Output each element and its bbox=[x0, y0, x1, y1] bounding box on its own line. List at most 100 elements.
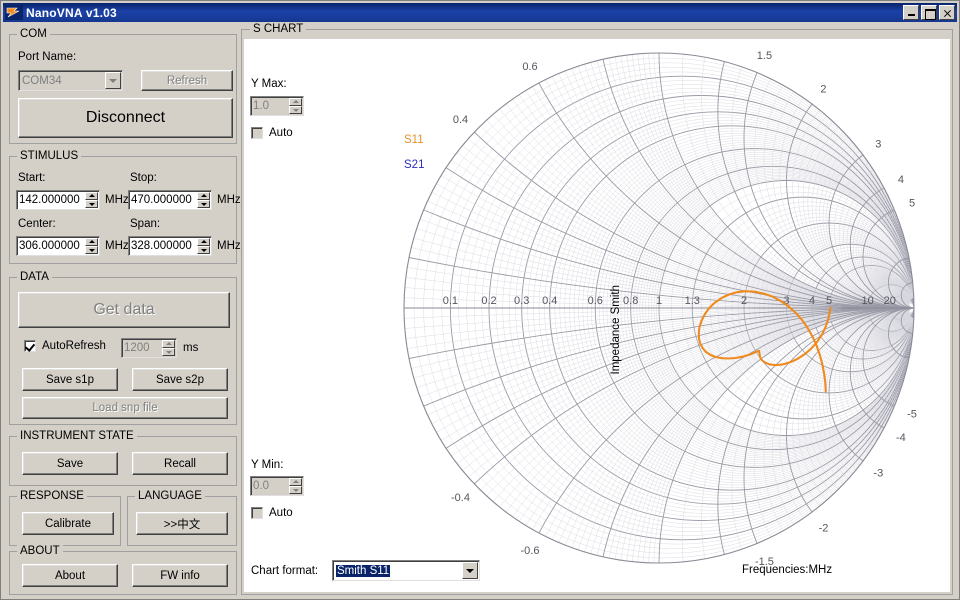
stop-stepper[interactable] bbox=[197, 192, 210, 208]
svg-text:1: 1 bbox=[656, 295, 662, 307]
chevron-down-icon[interactable] bbox=[105, 72, 121, 89]
response-group-title: RESPONSE bbox=[17, 490, 87, 502]
autorefresh-label: AutoRefresh bbox=[42, 340, 106, 352]
autorefresh-interval-input[interactable]: 1200 bbox=[121, 338, 177, 358]
get-data-button[interactable]: Get data bbox=[18, 292, 230, 328]
stop-input[interactable]: 470.000000 bbox=[128, 190, 212, 210]
svg-text:-4: -4 bbox=[896, 432, 906, 444]
autorefresh-check-icon bbox=[24, 340, 36, 352]
svg-text:0.8: 0.8 bbox=[623, 295, 638, 307]
smith-chart-graphic: 0.1 0.2 0.3 0.4 0.6 0.8 1 1.3 2 3 4 5 10 200.40.61.52… bbox=[403, 50, 917, 568]
stimulus-group-title: STIMULUS bbox=[17, 150, 82, 162]
chart-format-value: Smith S11 bbox=[336, 564, 391, 577]
nanovna-window: NanoVNA v1.03 COM Port Name: COM34 Refre… bbox=[0, 0, 960, 600]
svg-text:3: 3 bbox=[875, 139, 881, 151]
svg-text:0.4: 0.4 bbox=[453, 114, 468, 126]
fw-info-button[interactable]: FW info bbox=[132, 564, 228, 587]
svg-text:-2: -2 bbox=[819, 522, 829, 534]
response-group: RESPONSE Calibrate bbox=[9, 490, 121, 546]
data-group-title: DATA bbox=[17, 271, 52, 283]
ymin-auto-checkbox[interactable]: Auto bbox=[251, 507, 293, 519]
com-group-title: COM bbox=[17, 28, 50, 40]
ymin-auto-label: Auto bbox=[269, 507, 293, 519]
start-unit: MHz bbox=[105, 194, 129, 206]
title-bar: NanoVNA v1.03 bbox=[3, 3, 957, 22]
span-stepper[interactable] bbox=[197, 238, 210, 254]
autorefresh-checkbox[interactable]: AutoRefresh bbox=[24, 340, 106, 352]
svg-text:5: 5 bbox=[909, 198, 915, 210]
window-title: NanoVNA v1.03 bbox=[26, 5, 117, 20]
ymax-stepper[interactable] bbox=[289, 98, 302, 114]
about-group: ABOUT About FW info bbox=[9, 545, 237, 595]
ymin-auto-check-icon bbox=[251, 507, 263, 519]
instrument-state-group: INSTRUMENT STATE Save Recall bbox=[9, 430, 237, 486]
start-label: Start: bbox=[18, 172, 46, 184]
chart-format-value-wrap: Smith S11 bbox=[333, 564, 461, 577]
svg-text:0.1: 0.1 bbox=[443, 295, 458, 307]
interval-stepper[interactable] bbox=[162, 340, 175, 356]
span-label: Span: bbox=[130, 218, 161, 230]
svg-text:1.5: 1.5 bbox=[757, 50, 772, 62]
svg-text:-3: -3 bbox=[873, 467, 883, 479]
autorefresh-interval-value: 1200 bbox=[124, 342, 150, 354]
svg-text:5: 5 bbox=[826, 295, 832, 307]
save-s1p-button[interactable]: Save s1p bbox=[22, 368, 118, 391]
svg-text:4: 4 bbox=[809, 295, 815, 307]
ymax-auto-label: Auto bbox=[269, 127, 293, 139]
s-chart-title: S CHART bbox=[250, 23, 307, 35]
ymax-auto-checkbox[interactable]: Auto bbox=[251, 127, 293, 139]
load-snp-button[interactable]: Load snp file bbox=[22, 397, 228, 419]
svg-text:10: 10 bbox=[862, 295, 874, 307]
span-value: 328.000000 bbox=[131, 240, 192, 252]
close-button[interactable] bbox=[939, 5, 955, 20]
disconnect-button[interactable]: Disconnect bbox=[18, 98, 233, 138]
com-port-value: COM34 bbox=[22, 74, 62, 87]
language-switch-button[interactable]: >>中文 bbox=[136, 512, 228, 535]
data-group: DATA Get data AutoRefresh 1200 ms Save s… bbox=[9, 271, 237, 425]
ymax-value: 1.0 bbox=[253, 100, 269, 112]
ymax-auto-check-icon bbox=[251, 127, 263, 139]
center-value: 306.000000 bbox=[19, 240, 80, 252]
stimulus-group: STIMULUS Start: 142.000000 MHz Stop: 470… bbox=[9, 150, 241, 264]
legend-s11: S11 bbox=[404, 134, 424, 146]
interval-unit: ms bbox=[183, 342, 199, 354]
state-save-button[interactable]: Save bbox=[22, 452, 118, 475]
start-stepper[interactable] bbox=[85, 192, 98, 208]
ymax-input[interactable]: 1.0 bbox=[250, 96, 304, 116]
ymin-input[interactable]: 0.0 bbox=[250, 476, 304, 496]
about-button[interactable]: About bbox=[22, 564, 118, 587]
s-chart-panel: S CHART 0.1 0.2 0.3 0.4 0.6 0.8 1 1.3 2 3 4 5 10 20 0.… bbox=[241, 23, 953, 595]
ymin-label: Y Min: bbox=[251, 459, 284, 471]
stop-label: Stop: bbox=[130, 172, 157, 184]
calibrate-button[interactable]: Calibrate bbox=[22, 512, 114, 535]
start-input[interactable]: 142.000000 bbox=[16, 190, 100, 210]
instrument-state-title: INSTRUMENT STATE bbox=[17, 430, 137, 442]
nanovna-logo-icon bbox=[5, 5, 23, 20]
minimize-button[interactable] bbox=[903, 5, 919, 20]
chart-format-select[interactable]: Smith S11 bbox=[332, 560, 480, 581]
svg-text:0.6: 0.6 bbox=[522, 61, 537, 73]
com-port-select[interactable]: COM34 bbox=[18, 70, 123, 91]
svg-text:20: 20 bbox=[884, 295, 896, 307]
svg-text:2: 2 bbox=[820, 84, 826, 96]
language-group: LANGUAGE >>中文 bbox=[127, 490, 237, 546]
state-recall-button[interactable]: Recall bbox=[132, 452, 228, 475]
center-input[interactable]: 306.000000 bbox=[16, 236, 100, 256]
span-input[interactable]: 328.000000 bbox=[128, 236, 212, 256]
center-stepper[interactable] bbox=[85, 238, 98, 254]
chevron-down-icon[interactable] bbox=[462, 562, 478, 579]
svg-text:0.3: 0.3 bbox=[514, 295, 529, 307]
svg-text:0.6: 0.6 bbox=[588, 295, 603, 307]
chart-canvas[interactable]: 0.1 0.2 0.3 0.4 0.6 0.8 1 1.3 2 3 4 5 10 20 0.4 0.6 1.5 2… bbox=[244, 39, 950, 592]
ymin-stepper[interactable] bbox=[289, 478, 302, 494]
svg-text:4: 4 bbox=[898, 174, 904, 186]
span-unit: MHz bbox=[217, 240, 241, 252]
maximize-button[interactable] bbox=[921, 5, 937, 20]
ymax-label: Y Max: bbox=[251, 78, 287, 90]
start-value: 142.000000 bbox=[19, 194, 80, 206]
save-s2p-button[interactable]: Save s2p bbox=[132, 368, 228, 391]
refresh-button[interactable]: Refresh bbox=[141, 70, 233, 91]
center-label: Center: bbox=[18, 218, 56, 230]
frequencies-label: Frequencies:MHz bbox=[742, 564, 833, 576]
svg-text:-5: -5 bbox=[907, 408, 917, 420]
